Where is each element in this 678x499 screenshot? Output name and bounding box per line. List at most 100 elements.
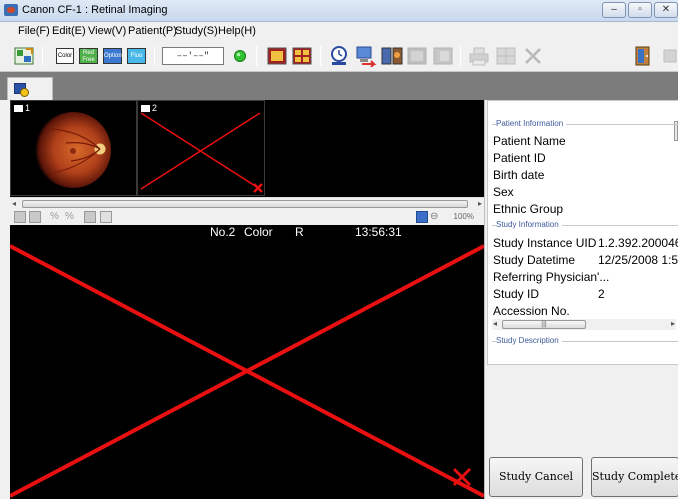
birth-date-label: Birth date [493, 168, 545, 182]
single-view-icon [267, 47, 287, 65]
fluo-mode-button[interactable]: Fluo [127, 48, 146, 64]
hand-tool-icon[interactable] [100, 211, 112, 223]
patient-info-title: Patient Information [496, 119, 567, 128]
main-image-viewer[interactable]: No.2 Color R 13:56:31 [10, 225, 484, 499]
patient-tab-icon [14, 83, 29, 97]
study-info-title: Study Information [496, 220, 562, 229]
menu-bar: File(F) Edit(E) View(V) Patient(P) Study… [0, 22, 678, 40]
multi-view-icon [292, 47, 312, 65]
fit-view-icon[interactable] [416, 211, 428, 223]
patient-study-info: Patient Information Patient Name Patient… [487, 100, 678, 365]
study-complete-button[interactable]: Study Complete [591, 457, 678, 497]
layout-button[interactable] [495, 45, 517, 67]
menu-edit[interactable]: Edit(E) [52, 25, 86, 37]
export-button[interactable] [432, 45, 454, 67]
rejected-image-cross [140, 112, 263, 193]
menu-view[interactable]: View(V) [88, 25, 126, 37]
capture-icon[interactable] [84, 211, 96, 223]
color-mode-button[interactable]: Color [56, 48, 74, 64]
print-button[interactable] [468, 45, 490, 67]
thumbnail-2[interactable]: 2 [137, 100, 265, 196]
view-toolbar: % % ⊖ 100% [10, 209, 484, 225]
ethnic-group-label: Ethnic Group [493, 202, 564, 216]
exit-button[interactable] [632, 45, 654, 67]
accession-no-label: Accession No. [493, 304, 570, 318]
schedule-button[interactable] [328, 45, 350, 67]
window-title: Canon CF-1 : Retinal Imaging [22, 4, 168, 16]
toolbar-separator [460, 46, 461, 66]
option-mode-button[interactable]: Option [103, 48, 122, 64]
overlay-button[interactable] [406, 45, 428, 67]
overlay-icon [407, 47, 427, 65]
scroll-left-arrow[interactable]: ◂ [493, 319, 497, 328]
compare-icon [381, 47, 403, 65]
scroll-right-arrow[interactable]: ▸ [671, 319, 675, 328]
restore-button[interactable]: ▫ [628, 2, 652, 18]
patient-list-icon [14, 47, 34, 65]
scroll-left-arrow[interactable]: ◂ [12, 199, 16, 208]
toolbar-separator [256, 46, 257, 66]
percent-icon[interactable]: % [50, 211, 62, 223]
study-id-label: Study ID [493, 287, 540, 301]
single-view-button[interactable] [266, 45, 288, 67]
transfer-icon [356, 46, 377, 68]
elapsed-counter: ––'––" [162, 47, 224, 65]
exit-door-icon [635, 46, 650, 66]
status-led-icon [232, 45, 248, 67]
app-icon [4, 4, 18, 16]
zoom-out-icon[interactable]: ⊖ [430, 211, 442, 223]
thumbnail-scrollbar[interactable]: ◂ ▸ [10, 197, 484, 209]
study-description-title: Study Description [496, 336, 562, 345]
export-icon [433, 47, 453, 65]
scroll-right-arrow[interactable]: ▸ [478, 199, 482, 208]
layout-icon [496, 47, 516, 65]
delete-button[interactable] [522, 45, 544, 67]
study-id-value: 2 [598, 287, 605, 301]
printer-icon [469, 47, 489, 66]
referring-physician-label: Referring Physician'... [493, 270, 610, 284]
thumbnail-label: 1 [14, 103, 30, 113]
info-hscroll[interactable]: ◂ ||| ▸ [492, 319, 676, 330]
fundus-image [35, 112, 111, 188]
patient-list-button[interactable] [14, 45, 36, 67]
tab-patient[interactable] [7, 77, 53, 100]
toolbar: Color Red Free Option Fluo ––'––" [0, 40, 678, 72]
clock-icon [331, 46, 347, 65]
thumbnail-strip: 1 2 [10, 100, 484, 197]
study-cancel-button[interactable]: Study Cancel [489, 457, 583, 497]
grid-view-icon[interactable] [14, 211, 26, 223]
transfer-button[interactable] [354, 45, 378, 68]
multi-view-button[interactable] [291, 45, 313, 67]
percent-alt-icon[interactable]: % [65, 211, 77, 223]
study-datetime-label: Study Datetime [493, 253, 576, 267]
tool-icon [663, 49, 677, 63]
menu-help[interactable]: Help(H) [218, 25, 256, 37]
sex-label: Sex [493, 185, 514, 199]
compare-button[interactable] [381, 45, 403, 67]
study-uid-label: Study Instance UID [493, 236, 597, 250]
patient-id-label: Patient ID [493, 151, 546, 165]
thumbnail-1[interactable]: 1 [10, 100, 137, 196]
menu-file[interactable]: File(F) [18, 25, 50, 37]
study-datetime-value: 12/25/2008 1:56 [598, 253, 678, 267]
patient-tab-row [0, 72, 678, 100]
thumbnail-label: 2 [141, 103, 157, 113]
info-panel: Patient Information Patient Name Patient… [484, 100, 678, 499]
close-button[interactable]: ✕ [654, 2, 678, 18]
toolbar-separator [42, 46, 43, 66]
scroll-thumb[interactable] [22, 200, 468, 208]
menu-study[interactable]: Study(S) [175, 25, 218, 37]
zoom-level: 100% [453, 212, 474, 221]
list-view-icon[interactable] [29, 211, 41, 223]
rejected-image-cross-large [10, 244, 484, 498]
extra-tool-button[interactable] [660, 45, 678, 67]
toolbar-separator [154, 46, 155, 66]
delete-x-icon [525, 48, 541, 64]
patient-name-label: Patient Name [493, 134, 566, 148]
minimize-button[interactable]: – [602, 2, 626, 18]
study-uid-value: 1.2.392.200046. [598, 236, 678, 250]
menu-patient[interactable]: Patient(P) [128, 25, 177, 37]
scroll-thumb[interactable]: ||| [502, 320, 586, 329]
title-bar: Canon CF-1 : Retinal Imaging – ▫ ✕ [0, 0, 678, 22]
red-free-mode-button[interactable]: Red Free [79, 48, 98, 64]
